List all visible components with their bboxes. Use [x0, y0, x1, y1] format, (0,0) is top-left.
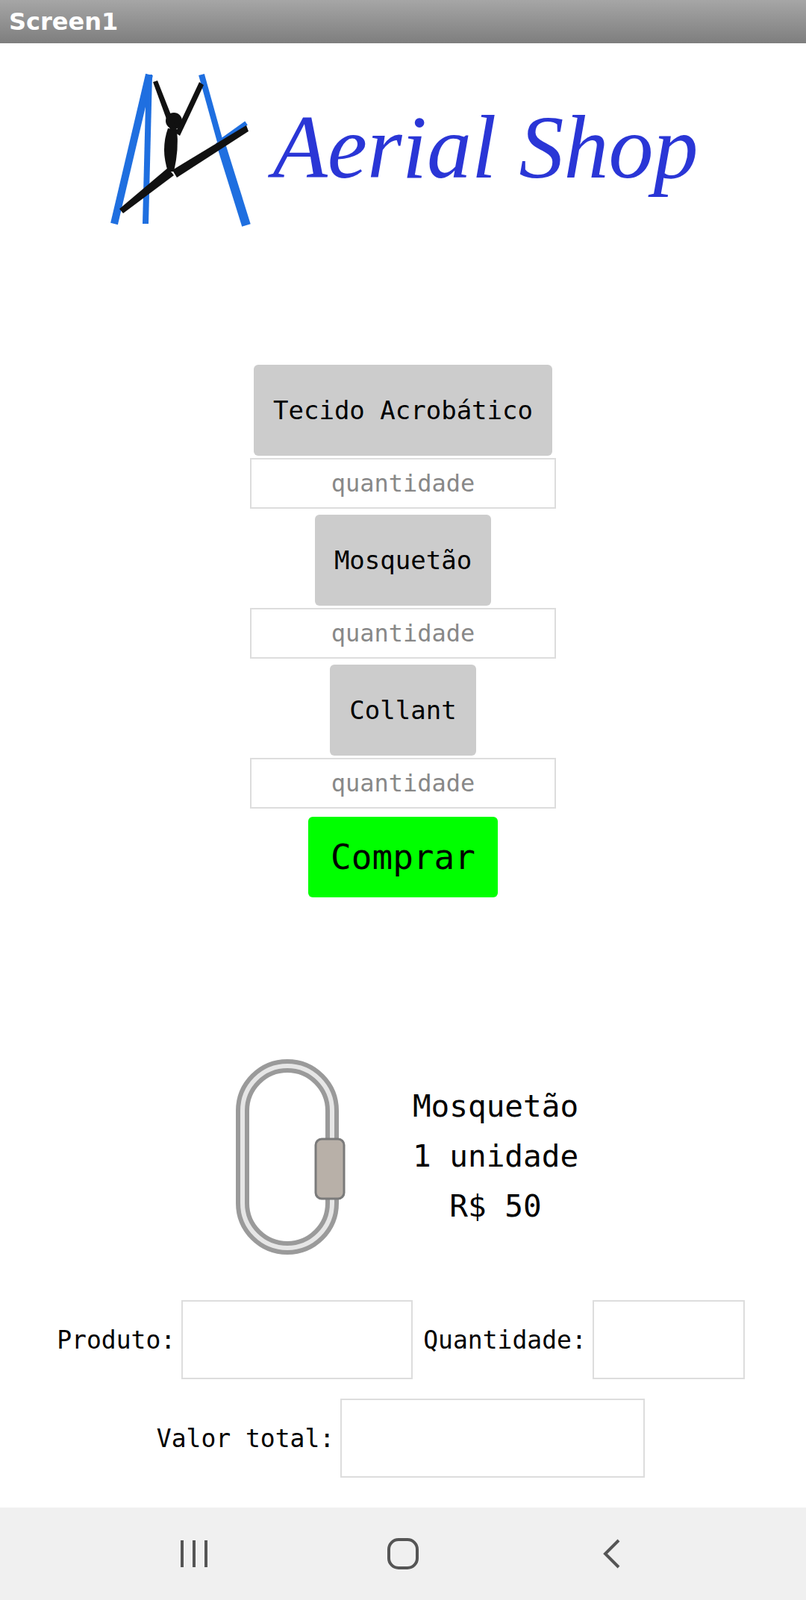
product-quantity: 1 unidade — [412, 1132, 579, 1183]
product-button[interactable]: Mosquetão — [314, 514, 492, 606]
buy-button[interactable]: Comprar — [308, 817, 498, 898]
product-price: R$ 50 — [449, 1182, 542, 1233]
aerialist-icon — [108, 67, 262, 228]
field-box[interactable] — [340, 1399, 645, 1479]
quantity-input[interactable] — [250, 608, 556, 659]
field-label: Quantidade: — [423, 1326, 587, 1356]
home-button[interactable] — [373, 1524, 433, 1585]
carabiner-icon — [227, 1057, 353, 1257]
nav-bar — [0, 1508, 806, 1600]
product-group: Mosquetão — [250, 514, 556, 659]
field-box[interactable] — [181, 1300, 413, 1380]
product-button[interactable]: Tecido Acrobático — [253, 364, 553, 456]
logo: Aerial Shop — [0, 59, 806, 236]
product-name: Mosquetão — [412, 1082, 579, 1133]
field-label: Produto: — [56, 1326, 176, 1356]
product-details: Mosquetão1 unidadeR$ 50 — [412, 1082, 579, 1233]
quantity-input[interactable] — [250, 458, 556, 509]
recents-icon — [177, 1539, 211, 1570]
product-button[interactable]: Collant — [329, 664, 476, 756]
field-label: Valor total: — [156, 1424, 335, 1454]
field-box[interactable] — [592, 1300, 745, 1380]
title-bar: Screen1 — [0, 0, 806, 44]
recents-button[interactable] — [164, 1524, 224, 1585]
product-group: Collant — [250, 664, 556, 809]
home-icon — [386, 1538, 420, 1571]
logo-text: Aerial Shop — [273, 96, 699, 200]
form-row: Valor total: — [156, 1399, 650, 1479]
product-list: Tecido Acrobático Mosquetão Collant Comprar — [0, 364, 806, 898]
form-row: Produto: Quantidade: — [56, 1300, 750, 1380]
selected-product: Mosquetão1 unidadeR$ 50 — [0, 1057, 806, 1257]
order-form: Produto: Quantidade: Valor total: — [0, 1300, 806, 1479]
screen: Screen1 Aerial Shop Tecido Acrobático Mosqu… — [0, 0, 806, 1600]
product-group: Tecido Acrobático — [250, 364, 556, 509]
quantity-input[interactable] — [250, 758, 556, 809]
back-icon — [600, 1538, 624, 1571]
back-button[interactable] — [582, 1524, 642, 1585]
